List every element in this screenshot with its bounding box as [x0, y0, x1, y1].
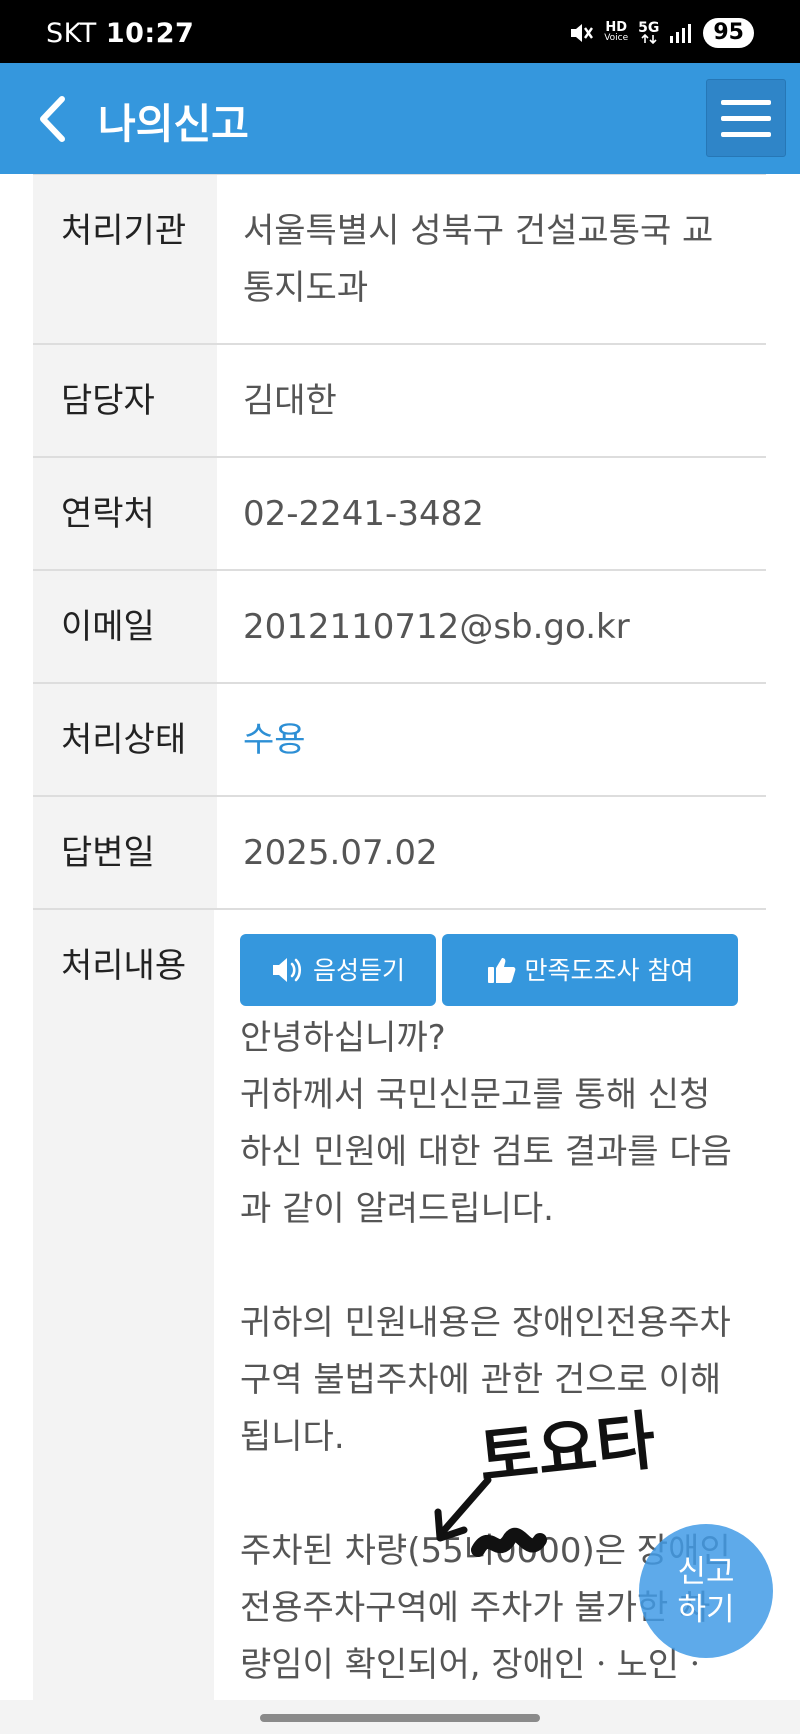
content-paragraph: 귀하께서 국민신문고를 통해 신청하신 민원에 대한 검토 결과를 다음과 같이… [240, 1075, 732, 1229]
label-content: 처리내용 [33, 910, 214, 1710]
content-paragraph: 안녕하십니까? [240, 1018, 446, 1058]
thumbs-up-icon [487, 958, 515, 983]
listen-label: 음성듣기 [312, 955, 405, 985]
carrier: SKT [46, 18, 97, 49]
status-bar: SKT 10:27 HD Voice 5G 95 [0, 0, 800, 63]
label-email: 이메일 [33, 571, 217, 682]
menu-button[interactable] [706, 79, 786, 157]
row-email: 이메일 2012110712@sb.go.kr [33, 571, 766, 684]
row-answer-date: 답변일 2025.07.02 [33, 797, 766, 910]
speaker-icon [272, 958, 302, 982]
value-agency: 서울특별시 성북구 건설교통국 교통지도과 [243, 211, 714, 308]
back-button[interactable] [34, 93, 74, 145]
gesture-nav-bar [0, 1700, 800, 1734]
label-officer: 담당자 [33, 345, 217, 456]
content-blank-line [240, 1238, 738, 1295]
content-paragraph: 귀하의 민원내용은 장애인전용주차구역 불법주차에 관한 건으로 이해됩니다. [240, 1303, 731, 1457]
fab-label-line2: 하기 [677, 1592, 735, 1628]
row-phone: 연락처 02-2241-3482 [33, 458, 766, 571]
signal-icon [669, 22, 693, 44]
content-actions: 음성듣기 만족도조사 참여 [240, 934, 738, 1006]
hamburger-icon [721, 100, 771, 105]
value-email: 2012110712@sb.go.kr [243, 607, 630, 647]
fab-label-line1: 신고 [677, 1554, 735, 1590]
hd-voice-icon: HD Voice [604, 20, 629, 43]
status-left: SKT 10:27 [46, 18, 194, 49]
mute-icon [568, 20, 594, 46]
status-badge: 수용 [243, 720, 306, 760]
battery-indicator: 95 [703, 18, 754, 48]
status-right: HD Voice 5G 95 [568, 16, 754, 50]
label-answer-date: 답변일 [33, 797, 217, 908]
row-officer: 담당자 김대한 [33, 345, 766, 458]
network-5g-icon: 5G [638, 21, 659, 44]
home-handle[interactable] [260, 1714, 540, 1722]
report-detail-table: 처리기관 서울특별시 성북구 건설교통국 교통지도과 담당자 김대한 연락처 0… [33, 174, 766, 1710]
listen-button[interactable]: 음성듣기 [240, 934, 436, 1006]
survey-label: 만족도조사 참여 [524, 955, 694, 985]
page-title: 나의신고 [98, 100, 249, 148]
row-status: 처리상태 수용 [33, 684, 766, 797]
value-answer-date: 2025.07.02 [243, 833, 438, 873]
value-phone: 02-2241-3482 [243, 494, 484, 534]
report-fab-button[interactable]: 신고 하기 [639, 1524, 773, 1658]
row-agency: 처리기관 서울특별시 성북구 건설교통국 교통지도과 [33, 175, 766, 345]
survey-button[interactable]: 만족도조사 참여 [442, 934, 738, 1006]
value-officer: 김대한 [243, 381, 337, 421]
clock: 10:27 [105, 18, 195, 49]
chevron-left-icon [40, 96, 65, 142]
label-phone: 연락처 [33, 458, 217, 569]
app-header: 나의신고 [0, 63, 800, 174]
label-status: 처리상태 [33, 684, 217, 795]
content-blank-line [240, 1466, 738, 1523]
label-agency: 처리기관 [33, 175, 217, 343]
